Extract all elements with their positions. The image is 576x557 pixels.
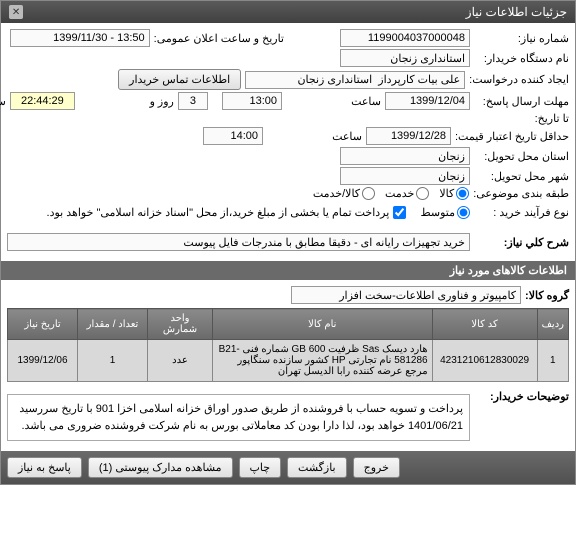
- cell-date: 1399/12/06: [8, 340, 78, 382]
- budget-opt-0-label: کالا: [439, 187, 454, 200]
- need-no-label: شماره نیاز:: [474, 32, 569, 45]
- budget-radio-1[interactable]: [416, 187, 429, 200]
- col-idx: ردیف: [537, 309, 568, 340]
- buyer-org-field: [340, 49, 470, 67]
- buyer-org-label: نام دستگاه خریدار:: [474, 52, 569, 65]
- creator-field: [245, 71, 465, 89]
- goods-section-header: اطلاعات کالاهای مورد نیاز: [1, 261, 575, 280]
- budget-label: طبقه بندی موضوعی:: [473, 187, 569, 200]
- budget-radios: کالا خدمت کالا/خدمت: [313, 187, 469, 200]
- announce-field: [10, 29, 150, 47]
- proc-radios: متوسط: [420, 206, 470, 219]
- buyer-notes-text: پرداخت و تسویه حساب با فروشنده از طریق ص…: [7, 394, 470, 441]
- price-validity-time: [203, 127, 263, 145]
- payment-checkbox[interactable]: [393, 206, 406, 219]
- goods-table: ردیف کد کالا نام کالا واحد شمارش تعداد /…: [7, 308, 569, 382]
- goods-group-field: [291, 286, 521, 304]
- remain-hms: [10, 92, 75, 110]
- col-name: نام کالا: [213, 309, 433, 340]
- to-date-label: تا تاریخ:: [474, 112, 569, 125]
- delivery-city-field: [340, 167, 470, 185]
- cell-name: هارد دیسک Sas ظرفیت GB 600 شماره فنی B21…: [213, 340, 433, 382]
- budget-opt-0[interactable]: کالا: [439, 187, 469, 200]
- col-code: کد کالا: [432, 309, 537, 340]
- deadline-date: [385, 92, 470, 110]
- remain-suffix: ساعت باقی مانده: [0, 95, 6, 108]
- time-word-1: ساعت: [286, 95, 381, 108]
- contact-buyer-button[interactable]: اطلاعات تماس خریدار: [118, 69, 241, 90]
- remain-days: [178, 92, 208, 110]
- budget-opt-2[interactable]: کالا/خدمت: [313, 187, 375, 200]
- cell-unit: عدد: [148, 340, 213, 382]
- attachments-button[interactable]: مشاهده مدارک پیوستی (1): [88, 457, 233, 478]
- budget-opt-1[interactable]: خدمت: [385, 187, 429, 200]
- goods-group-label: گروه کالا:: [525, 289, 569, 302]
- payment-checkbox-row[interactable]: پرداخت تمام یا بخشی از مبلغ خرید،از محل …: [47, 206, 407, 219]
- col-date: تاریخ نیاز: [8, 309, 78, 340]
- exit-button[interactable]: خروج: [353, 457, 400, 478]
- window-title: جزئیات اطلاعات نیاز: [466, 5, 567, 19]
- summary-field: [7, 233, 470, 251]
- cell-code: 4231210612830029: [432, 340, 537, 382]
- payment-checkbox-label: پرداخت تمام یا بخشی از مبلغ خرید،از محل …: [47, 206, 390, 219]
- close-icon[interactable]: ✕: [9, 5, 23, 19]
- deadline-time: [222, 92, 282, 110]
- proc-type-label: نوع فرآیند خرید :: [474, 206, 569, 219]
- proc-opt-0[interactable]: متوسط: [420, 206, 470, 219]
- delivery-city-label: شهر محل تحویل:: [474, 170, 569, 183]
- price-validity-date: [366, 127, 451, 145]
- announce-label: تاریخ و ساعت اعلان عمومی:: [154, 32, 284, 45]
- buyer-notes-label: توضیحات خریدار:: [474, 390, 569, 403]
- table-header-row: ردیف کد کالا نام کالا واحد شمارش تعداد /…: [8, 309, 569, 340]
- time-word-2: ساعت: [267, 130, 362, 143]
- delivery-prov-label: استان محل تحویل:: [474, 150, 569, 163]
- day-word: روز و: [79, 95, 174, 108]
- proc-radio-0[interactable]: [457, 206, 470, 219]
- cell-qty: 1: [78, 340, 148, 382]
- col-unit: واحد شمارش: [148, 309, 213, 340]
- need-no-field: [340, 29, 470, 47]
- budget-radio-2[interactable]: [362, 187, 375, 200]
- proc-opt-0-label: متوسط: [420, 206, 455, 219]
- creator-label: ایجاد کننده درخواست:: [469, 73, 569, 86]
- summary-label: شرح کلي نیاز:: [474, 236, 569, 249]
- deadline-label: مهلت ارسال پاسخ:: [474, 95, 569, 108]
- budget-radio-0[interactable]: [456, 187, 469, 200]
- price-validity-label: حداقل تاریخ اعتبار قیمت:: [455, 130, 569, 143]
- back-button[interactable]: بازگشت: [287, 457, 347, 478]
- reply-button[interactable]: پاسخ به نیاز: [7, 457, 82, 478]
- table-row[interactable]: 1 4231210612830029 هارد دیسک Sas ظرفیت G…: [8, 340, 569, 382]
- col-qty: تعداد / مقدار: [78, 309, 148, 340]
- delivery-prov-field: [340, 147, 470, 165]
- budget-opt-1-label: خدمت: [385, 187, 414, 200]
- print-button[interactable]: چاپ: [239, 457, 282, 478]
- cell-idx: 1: [537, 340, 568, 382]
- budget-opt-2-label: کالا/خدمت: [313, 187, 360, 200]
